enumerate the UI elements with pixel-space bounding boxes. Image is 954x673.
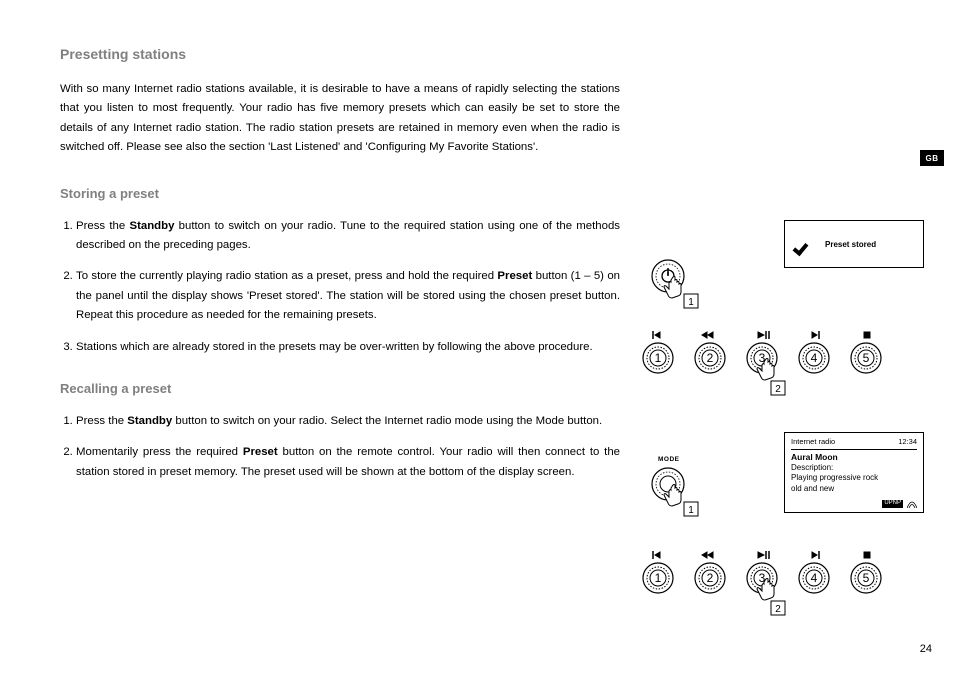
preset-knob-2: 2: [695, 343, 725, 373]
storing-title: Storing a preset: [60, 186, 620, 201]
screen-now-playing: Internet radio 12:34 Aural Moon Descript…: [784, 432, 924, 513]
screen-desc-label: Description:: [791, 463, 917, 473]
screen-header-left: Internet radio: [791, 437, 835, 447]
prev-track-icon: [653, 551, 660, 559]
preset-knob-5: 5: [851, 343, 881, 373]
svg-text:5: 5: [863, 571, 870, 585]
svg-text:1: 1: [655, 571, 662, 585]
preset-knob-1: 1: [643, 563, 673, 593]
section-title: Presetting stations: [60, 46, 620, 62]
svg-text:2: 2: [707, 571, 714, 585]
language-tab: GB: [920, 150, 944, 166]
storing-step-2: To store the currently playing radio sta…: [76, 267, 620, 325]
standby-button-illustration-1: 1: [648, 256, 708, 316]
preset-knob-row-2: 1 2 3 4 5 2: [640, 546, 900, 636]
preset-knob-5: 5: [851, 563, 881, 593]
callout-1-text: 1: [688, 297, 694, 308]
screen-station-name: Aural Moon: [791, 452, 917, 463]
preset-stored-label: Preset stored: [825, 240, 876, 249]
callout-2-text: 2: [775, 384, 781, 395]
svg-text:4: 4: [811, 351, 818, 365]
storing-step-3: Stations which are already stored in the…: [76, 338, 620, 357]
svg-text:2: 2: [707, 351, 714, 365]
storing-steps: Press the Standby button to switch on yo…: [60, 217, 620, 357]
page-number: 24: [920, 643, 932, 655]
signal-icon: [907, 500, 917, 508]
rewind-icon: [702, 332, 713, 338]
preset-knob-4: 4: [799, 563, 829, 593]
recalling-step-2: Momentarily press the required Preset bu…: [76, 443, 620, 482]
storing-step-1: Press the Standby button to switch on yo…: [76, 217, 620, 256]
preset-knob-2: 2: [695, 563, 725, 593]
hand-icon: [664, 485, 681, 507]
recalling-steps: Press the Standby button to switch on yo…: [60, 412, 620, 482]
intro-paragraph: With so many Internet radio stations ava…: [60, 80, 620, 158]
main-text-column: Presetting stations With so many Interne…: [60, 46, 620, 506]
screen-preset-stored: Preset stored: [784, 220, 924, 268]
preset-knob-row-1: 1 2 3 4 5 2: [640, 326, 900, 416]
svg-text:4: 4: [811, 571, 818, 585]
upnp-badge: UPNP: [882, 500, 903, 508]
stop-icon: [864, 552, 870, 558]
recalling-title: Recalling a preset: [60, 381, 620, 396]
stop-icon: [864, 332, 870, 338]
svg-text:1: 1: [655, 351, 662, 365]
screen-desc-line1: Playing progressive rock: [791, 473, 917, 483]
preset-knob-4: 4: [799, 343, 829, 373]
mode-label: MODE: [658, 456, 680, 463]
screen-desc-line2: old and new: [791, 484, 917, 494]
play-pause-icon: [758, 331, 769, 339]
svg-text:2: 2: [775, 604, 781, 615]
check-icon: [793, 234, 813, 254]
prev-track-icon: [653, 331, 660, 339]
hand-icon: [664, 277, 681, 299]
play-pause-icon: [758, 551, 769, 559]
next-track-icon: [812, 551, 819, 559]
preset-knob-1: 1: [643, 343, 673, 373]
rewind-icon: [702, 552, 713, 558]
next-track-icon: [812, 331, 819, 339]
page: GB 24 Presetting stations With so many I…: [0, 0, 954, 673]
recalling-step-1: Press the Standby button to switch on yo…: [76, 412, 620, 431]
svg-text:5: 5: [863, 351, 870, 365]
mode-button-illustration: MODE 1: [648, 456, 708, 528]
svg-text:1: 1: [688, 505, 694, 516]
screen-header-right: 12:34: [898, 437, 917, 447]
